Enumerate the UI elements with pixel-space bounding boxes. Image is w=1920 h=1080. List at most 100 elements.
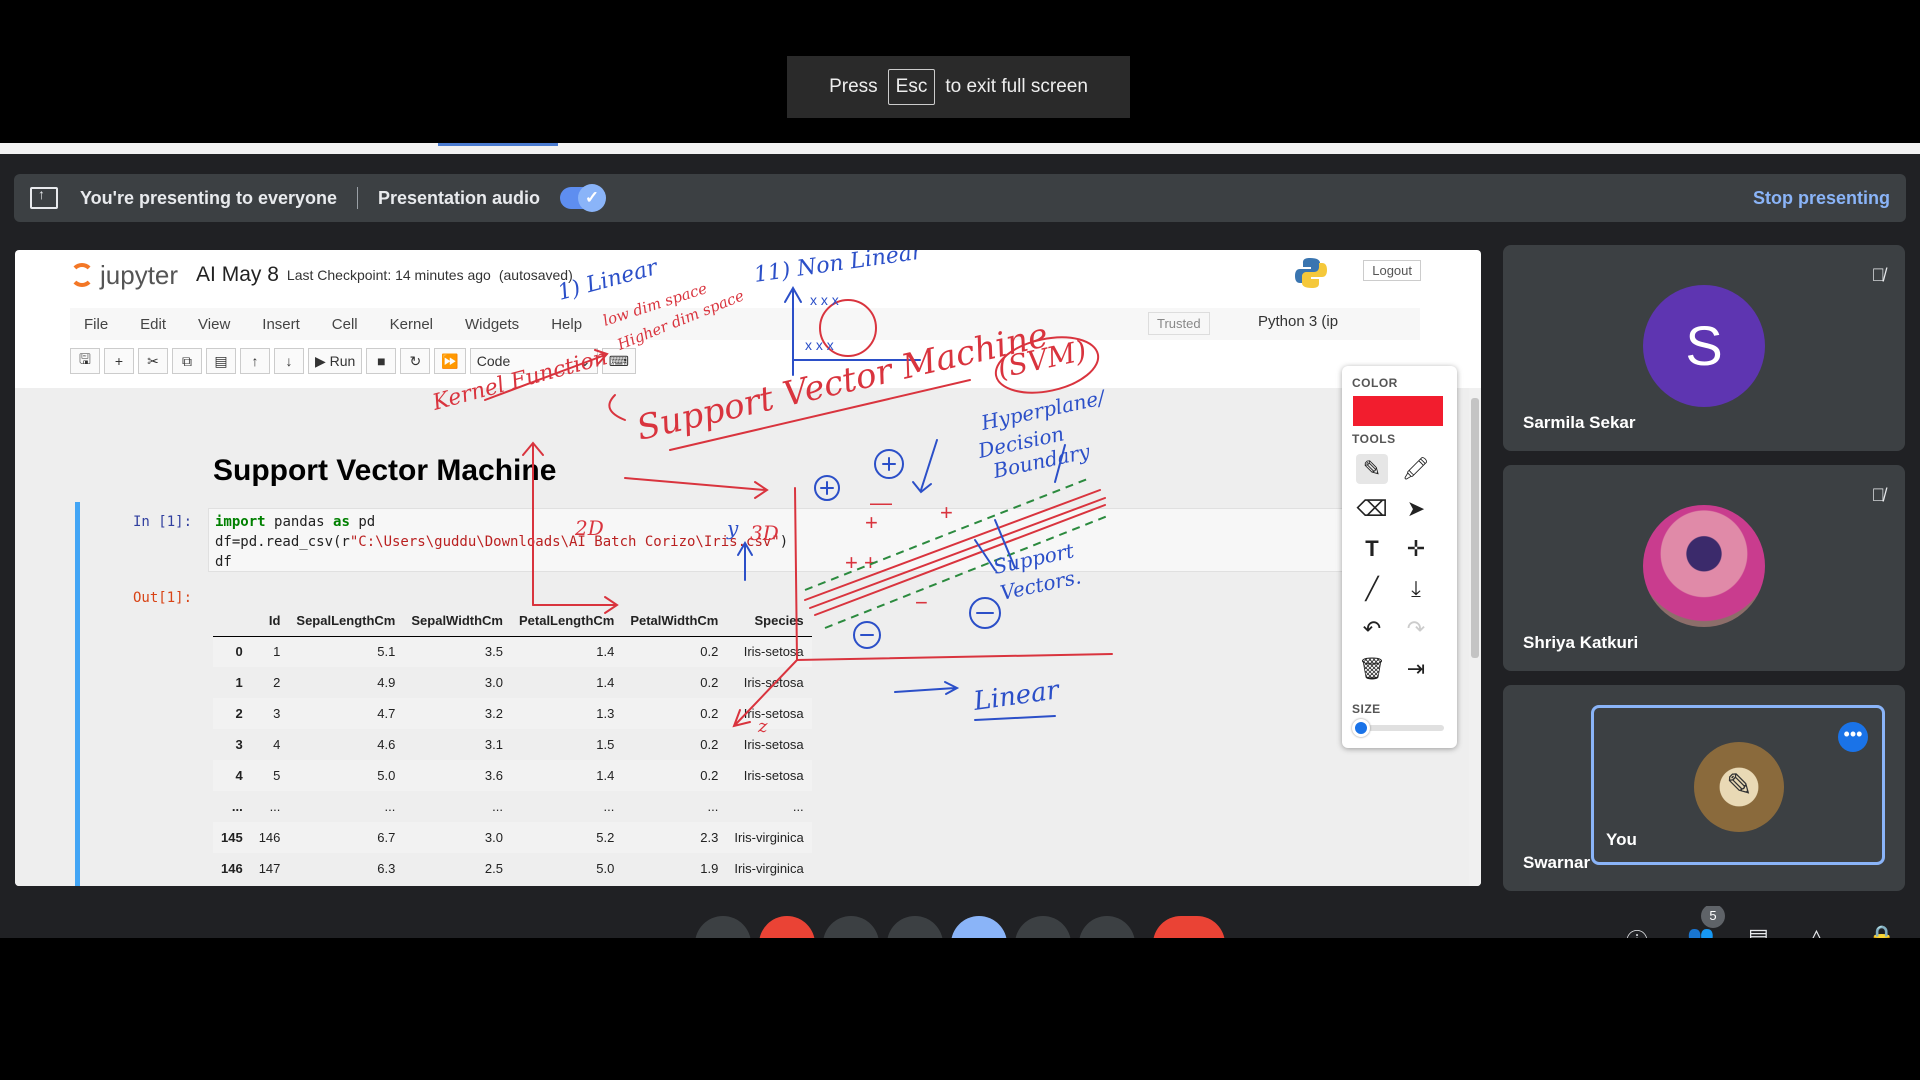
scrollbar-thumb[interactable] (1471, 398, 1479, 658)
menu-edit[interactable]: Edit (140, 316, 166, 333)
avatar (1643, 505, 1765, 627)
table-cell: 1.5 (596, 737, 615, 752)
table-cell: ... (231, 799, 243, 814)
notebook-heading: Support Vector Machine (213, 454, 557, 487)
menu-view[interactable]: View (198, 316, 230, 333)
stop-presenting-button[interactable]: Stop presenting (1753, 188, 1890, 209)
text-icon[interactable]: T (1356, 534, 1388, 564)
more-options-button[interactable] (1079, 916, 1135, 938)
pen-icon[interactable]: ✎ (1356, 454, 1388, 484)
table-cell: 1.4 (596, 675, 615, 690)
table-header-cell: PetalWidthCm (622, 606, 727, 637)
kernel-indicator[interactable]: Python 3 (ip (1258, 313, 1338, 330)
fast-forward-icon[interactable]: ⏩ (434, 348, 466, 374)
self-view-tile[interactable]: ••• You (1591, 705, 1885, 865)
highlighter-icon[interactable]: 🖍 (1400, 454, 1432, 484)
size-slider[interactable] (1352, 719, 1444, 737)
menu-insert[interactable]: Insert (262, 316, 300, 333)
move-up-icon[interactable]: ↑ (240, 348, 270, 374)
menu-cell[interactable]: Cell (332, 316, 358, 333)
paste-icon[interactable]: ▤ (206, 348, 236, 374)
menu-help[interactable]: Help (551, 316, 582, 333)
leave-call-button[interactable] (1153, 916, 1225, 938)
table-cell: 0.2 (622, 760, 727, 791)
color-swatch[interactable] (1353, 396, 1443, 426)
tools-label: TOOLS (1352, 432, 1396, 446)
move-down-icon[interactable]: ↓ (274, 348, 304, 374)
add-cell-icon[interactable]: + (104, 348, 134, 374)
python-logo-icon (1295, 258, 1327, 288)
info-icon[interactable]: ⓘ (1626, 924, 1648, 938)
undo-icon[interactable]: ↶ (1356, 614, 1388, 644)
table-row: 4 5 5.0 3.6 1.4 0.2 Iris-setosa (213, 760, 812, 791)
table-cell: 6.7 (288, 822, 404, 853)
pointer-icon[interactable]: ➤ (1400, 494, 1432, 524)
code-line-1: import pandas as pd (215, 512, 1401, 532)
jupyter-header: jupyter AI May 8 Last Checkpoint: 14 min… (15, 250, 1481, 300)
cut-icon[interactable]: ✂ (138, 348, 168, 374)
restart-icon[interactable]: ↻ (400, 348, 431, 374)
participant-name: Swarnar (1523, 853, 1591, 872)
selected-cell-indicator (75, 502, 80, 886)
line-icon[interactable]: ╱ (1356, 574, 1388, 604)
size-slider-handle[interactable] (1352, 719, 1370, 737)
menu-file[interactable]: File (84, 316, 108, 333)
trash-icon[interactable]: 🗑 (1356, 654, 1388, 684)
table-row: ..................... (213, 791, 812, 822)
download-icon[interactable]: ⤓ (1400, 574, 1432, 604)
menu-kernel[interactable]: Kernel (390, 316, 433, 333)
trusted-indicator[interactable]: Trusted (1148, 312, 1210, 335)
participant-tile-sarmila[interactable]: 🎙̸ S Sarmila Sekar (1503, 245, 1905, 451)
captions-button[interactable] (823, 916, 879, 938)
stop-icon[interactable]: ■ (366, 348, 397, 374)
bar-divider (357, 187, 359, 209)
table-row: 1 2 4.9 3.0 1.4 0.2 Iris-setosa (213, 667, 812, 698)
table-header: Id SepalLengthCm SepalWidthCm PetalLengthCm… (213, 606, 812, 637)
menu-widgets[interactable]: Widgets (465, 316, 519, 333)
presenting-bar: You're presenting to everyone Presentati… (14, 174, 1906, 222)
tool-grid: ✎ 🖍 ⌫ ➤ T ✛ ╱ ⤓ ↶ ↷ 🗑 ⇥ (1356, 454, 1446, 684)
table-cell: 3.0 (403, 822, 511, 853)
notebook-title[interactable]: AI May 8 (196, 263, 279, 287)
save-icon[interactable]: 🖫 (70, 348, 100, 374)
present-button[interactable] (951, 916, 1007, 938)
presenting-status: You're presenting to everyone (80, 187, 338, 208)
table-cell: 5.2 (510, 822, 623, 853)
people-icon[interactable]: 👥 (1687, 924, 1714, 938)
copy-icon[interactable]: ⧉ (172, 348, 202, 374)
table-header-cell: SepalWidthCm (403, 606, 511, 637)
keyboard-icon[interactable]: ⌨ (601, 348, 636, 374)
table-row: 0 1 5.1 3.5 1.4 0.2 Iris-setosa (213, 636, 812, 667)
code-line-2: df=pd.read_csv(r"C:\Users\guddu\Download… (215, 532, 1401, 552)
table-cell: 146 (221, 861, 243, 876)
exit-icon[interactable]: ⇥ (1400, 654, 1432, 684)
shared-screen: jupyter AI May 8 Last Checkpoint: 14 min… (15, 250, 1481, 886)
move-icon[interactable]: ✛ (1400, 534, 1432, 564)
annot-svm-abbr: (SVM) (995, 334, 1090, 385)
redo-icon[interactable]: ↷ (1400, 614, 1432, 644)
more-options-icon[interactable]: ••• (1838, 722, 1868, 752)
eraser-icon[interactable]: ⌫ (1356, 494, 1388, 524)
table-cell: ... (603, 799, 615, 814)
dataframe-output: Id SepalLengthCm SepalWidthCm PetalLengthCm… (213, 606, 812, 884)
table-cell: Iris-setosa (726, 760, 812, 791)
raise-hand-button[interactable] (1015, 916, 1071, 938)
cell-type-select[interactable]: Code ⌄ (469, 348, 598, 374)
presentation-audio-toggle[interactable]: ✓ (560, 184, 607, 212)
reactions-button[interactable] (887, 916, 943, 938)
mic-button[interactable] (695, 916, 751, 938)
table-cell: 5.0 (596, 861, 615, 876)
notebook-scrollbar[interactable] (1469, 388, 1481, 886)
host-controls-icon[interactable]: 🔒 (1868, 924, 1895, 938)
table-cell: 4 (213, 760, 251, 791)
run-button[interactable]: ▶ Run (308, 348, 363, 374)
logout-button[interactable]: Logout (1363, 260, 1421, 281)
table-cell: 2 (213, 698, 251, 729)
participant-name: Shriya Katkuri (1523, 633, 1639, 652)
participant-tile-shriya[interactable]: 🎙̸ Shriya Katkuri (1503, 465, 1905, 671)
table-cell: 3 (235, 737, 243, 752)
code-cell[interactable]: import pandas as pd df=pd.read_csv(r"C:\… (208, 508, 1408, 572)
camera-off-button[interactable] (759, 916, 815, 938)
chat-icon[interactable]: ▤ (1748, 924, 1769, 938)
activities-icon[interactable]: △ (1808, 924, 1825, 938)
